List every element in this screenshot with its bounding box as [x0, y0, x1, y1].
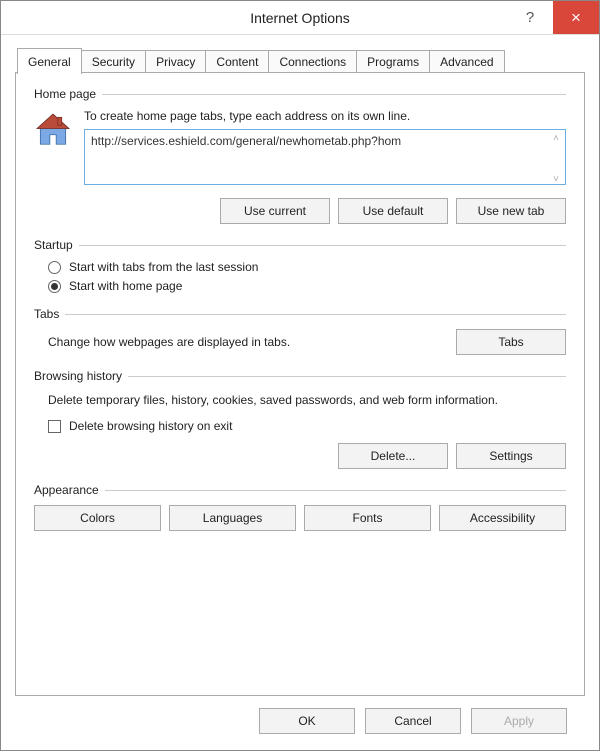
delete-on-exit-checkbox[interactable]: Delete browsing history on exit — [48, 419, 566, 433]
homepage-label: Home page — [34, 87, 96, 101]
radio-last-session-label: Start with tabs from the last session — [69, 260, 258, 274]
dialog-buttons: OK Cancel Apply — [15, 696, 585, 750]
radio-home-page[interactable]: Start with home page — [48, 279, 566, 293]
close-button[interactable]: × — [553, 1, 599, 34]
settings-button[interactable]: Settings — [456, 443, 566, 469]
tab-strip: General Security Privacy Content Connect… — [15, 47, 585, 73]
scroll-up-icon[interactable]: ˄ — [549, 131, 563, 145]
tab-programs[interactable]: Programs — [356, 50, 430, 73]
radio-icon — [48, 280, 61, 293]
use-new-tab-button[interactable]: Use new tab — [456, 198, 566, 224]
tab-panel-general: Home page To create home page tabs, type… — [15, 72, 585, 696]
cancel-button[interactable]: Cancel — [365, 708, 461, 734]
colors-button[interactable]: Colors — [34, 505, 161, 531]
help-button[interactable]: ? — [507, 1, 553, 34]
scroll-down-icon[interactable]: ˅ — [549, 172, 563, 186]
radio-home-page-label: Start with home page — [69, 279, 182, 293]
homepage-instruction: To create home page tabs, type each addr… — [84, 109, 566, 123]
radio-last-session[interactable]: Start with tabs from the last session — [48, 260, 566, 274]
window-title: Internet Options — [93, 10, 507, 26]
tabs-section-text: Change how webpages are displayed in tab… — [48, 335, 440, 349]
use-current-button[interactable]: Use current — [220, 198, 330, 224]
tabs-button[interactable]: Tabs — [456, 329, 566, 355]
ok-button[interactable]: OK — [259, 708, 355, 734]
tab-privacy[interactable]: Privacy — [145, 50, 206, 73]
delete-button[interactable]: Delete... — [338, 443, 448, 469]
tab-security[interactable]: Security — [81, 50, 146, 73]
tab-general[interactable]: General — [17, 48, 82, 74]
radio-icon — [48, 261, 61, 274]
tab-content[interactable]: Content — [205, 50, 269, 73]
internet-options-window: Internet Options ? × General Security Pr… — [0, 0, 600, 751]
use-default-button[interactable]: Use default — [338, 198, 448, 224]
tab-advanced[interactable]: Advanced — [429, 50, 504, 73]
checkbox-icon — [48, 420, 61, 433]
homepage-url-input[interactable] — [84, 129, 566, 185]
home-icon — [34, 111, 72, 149]
accessibility-button[interactable]: Accessibility — [439, 505, 566, 531]
delete-on-exit-label: Delete browsing history on exit — [69, 419, 232, 433]
tab-connections[interactable]: Connections — [268, 50, 357, 73]
tabs-section-label: Tabs — [34, 307, 59, 321]
titlebar: Internet Options ? × — [1, 1, 599, 35]
appearance-label: Appearance — [34, 483, 99, 497]
history-text: Delete temporary files, history, cookies… — [48, 391, 566, 409]
languages-button[interactable]: Languages — [169, 505, 296, 531]
fonts-button[interactable]: Fonts — [304, 505, 431, 531]
history-label: Browsing history — [34, 369, 122, 383]
apply-button[interactable]: Apply — [471, 708, 567, 734]
startup-label: Startup — [34, 238, 73, 252]
